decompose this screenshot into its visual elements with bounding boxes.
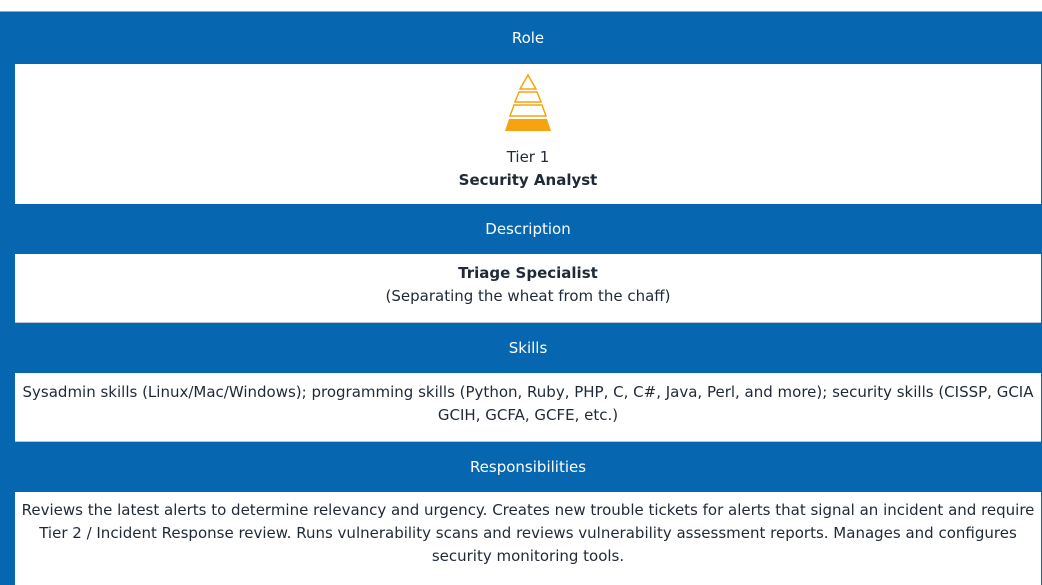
pyramid-tier-1-icon (505, 73, 551, 131)
skills-line-2: GCIH, GCFA, GCFE, etc.) (437, 406, 619, 424)
responsibilities-header-label: Responsibilities (469, 458, 587, 476)
responsibilities-line-3: security monitoring tools. (431, 547, 625, 565)
skills-content: Sysadmin skills (Linux/Mac/Windows); pro… (15, 373, 1041, 441)
role-header-label: Role (511, 29, 545, 47)
role-content: Tier 1 Security Analyst (15, 64, 1041, 204)
responsibilities-line-2: Tier 2 / Incident Response review. Runs … (39, 524, 1017, 542)
description-subtitle: (Separating the wheat from the chaff) (385, 287, 671, 305)
description-title: Triage Specialist (458, 264, 598, 282)
role-title: Security Analyst (458, 171, 598, 189)
description-content: Triage Specialist (Separating the wheat … (15, 254, 1041, 322)
role-table: Role Tier 1 Security Analyst Description… (15, 12, 1041, 585)
top-border (0, 0, 1042, 12)
description-header-label: Description (485, 220, 571, 238)
role-tier: Tier 1 (506, 148, 550, 166)
responsibilities-content: Reviews the latest alerts to determine r… (15, 492, 1041, 585)
skills-header-label: Skills (508, 339, 548, 357)
skills-header: Skills (15, 323, 1041, 373)
role-header: Role (15, 12, 1041, 64)
skills-line-1: Sysadmin skills (Linux/Mac/Windows); pro… (22, 383, 1034, 401)
responsibilities-header: Responsibilities (15, 442, 1041, 492)
description-header: Description (15, 204, 1041, 254)
responsibilities-line-1: Reviews the latest alerts to determine r… (21, 501, 1035, 519)
